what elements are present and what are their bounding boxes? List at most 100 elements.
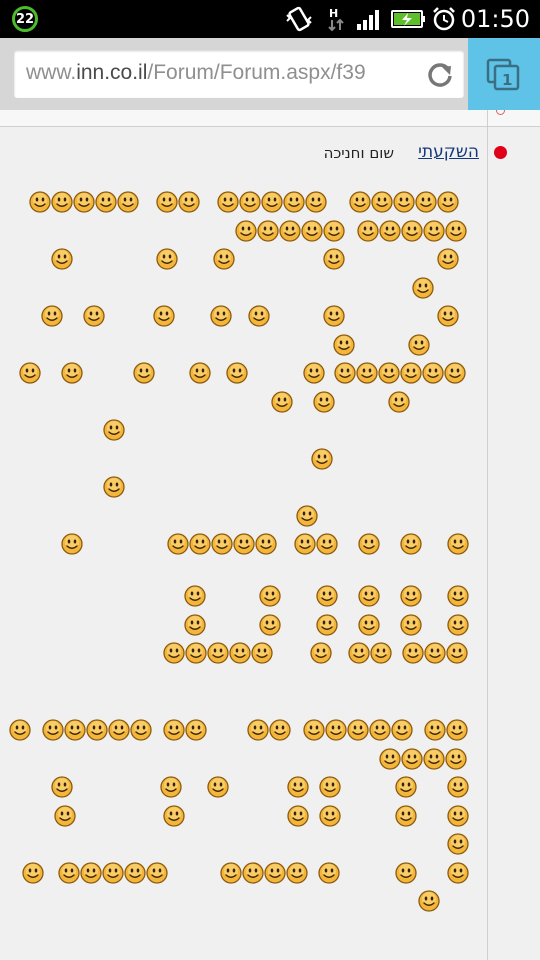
smiley-icon (323, 220, 345, 242)
smiley-icon (102, 862, 124, 884)
smiley-icon (371, 191, 393, 213)
smiley-icon (58, 862, 80, 884)
smiley-icon (80, 862, 102, 884)
smiley-icon (447, 776, 469, 798)
smiley-icon (358, 533, 380, 555)
smiley-icon (437, 305, 459, 327)
smiley-icon (400, 533, 422, 555)
smiley-icon (51, 191, 73, 213)
browser-toolbar: www.inn.co.il/Forum/Forum.aspx/f39 1 (0, 38, 540, 110)
smiley-icon (178, 191, 200, 213)
smiley-icon (391, 719, 413, 741)
smiley-icon (163, 805, 185, 827)
smiley-icon (257, 220, 279, 242)
smiley-icon (445, 748, 467, 770)
smiley-icon (207, 642, 229, 664)
smiley-icon (358, 614, 380, 636)
smiley-icon (402, 642, 424, 664)
smiley-icon (259, 585, 281, 607)
smiley-icon (61, 362, 83, 384)
smiley-icon (124, 862, 146, 884)
smiley-icon (388, 391, 410, 413)
smiley-icon (334, 362, 356, 384)
smiley-icon (349, 191, 371, 213)
post-title-link[interactable]: השקעתי (418, 142, 479, 162)
smiley-icon (437, 248, 459, 270)
forum-page[interactable]: השקעתי שום וחניכה (0, 110, 540, 960)
smiley-icon (400, 614, 422, 636)
smiley-icon (248, 305, 270, 327)
smiley-icon (447, 862, 469, 884)
smiley-icon (447, 614, 469, 636)
smiley-icon (103, 419, 125, 441)
notification-badge[interactable]: 22 (12, 6, 38, 32)
smiley-icon (333, 334, 355, 356)
tabs-icon: 1 (486, 58, 520, 91)
signal-icon (357, 10, 379, 30)
url-prefix: www. (26, 61, 77, 84)
smiley-icon (395, 805, 417, 827)
smiley-icon (117, 191, 139, 213)
smiley-icon (73, 191, 95, 213)
smiley-icon (316, 585, 338, 607)
column-divider (487, 110, 488, 960)
smiley-icon (163, 719, 185, 741)
smiley-icon (160, 776, 182, 798)
smiley-icon (156, 248, 178, 270)
smiley-icon (41, 305, 63, 327)
url-field[interactable]: www.inn.co.il/Forum/Forum.aspx/f39 (14, 50, 464, 98)
smiley-icon (184, 614, 206, 636)
status-bar: 22 H 01:50 (0, 0, 540, 38)
tab-count: 1 (502, 71, 512, 89)
smiley-icon (235, 220, 257, 242)
smiley-icon (358, 585, 380, 607)
smiley-icon (356, 362, 378, 384)
smiley-icon (64, 719, 86, 741)
smiley-icon (323, 305, 345, 327)
smiley-icon (251, 642, 273, 664)
smiley-icon (444, 362, 466, 384)
smiley-icon (395, 862, 417, 884)
smiley-icon (424, 719, 446, 741)
smiley-icon (220, 862, 242, 884)
smiley-icon (108, 719, 130, 741)
smiley-icon (133, 362, 155, 384)
smiley-icon (130, 719, 152, 741)
smiley-icon (319, 805, 341, 827)
reload-icon[interactable] (424, 58, 456, 90)
smiley-icon (83, 305, 105, 327)
smiley-icon (318, 862, 340, 884)
smiley-icon (185, 719, 207, 741)
smiley-icon (423, 748, 445, 770)
smiley-icon (259, 614, 281, 636)
smiley-icon (22, 862, 44, 884)
tabs-button[interactable]: 1 (468, 38, 540, 110)
smiley-icon (446, 719, 468, 741)
smiley-icon (189, 533, 211, 555)
smiley-icon (401, 220, 423, 242)
smiley-icon (303, 719, 325, 741)
smiley-icon (242, 862, 264, 884)
smiley-icon (29, 191, 51, 213)
smiley-icon (103, 476, 125, 498)
smiley-icon (153, 305, 175, 327)
smiley-icon (424, 642, 446, 664)
smiley-icon (261, 191, 283, 213)
smiley-icon (305, 191, 327, 213)
url-text[interactable]: www.inn.co.il/Forum/Forum.aspx/f39 (26, 61, 366, 85)
smiley-icon (310, 642, 332, 664)
notification-count: 22 (15, 11, 35, 27)
smiley-icon (189, 362, 211, 384)
post-subtitle: שום וחניכה (323, 144, 394, 162)
smiley-icon (146, 862, 168, 884)
smiley-icon (286, 862, 308, 884)
smiley-icon (163, 642, 185, 664)
smiley-icon (357, 220, 379, 242)
smiley-icon (301, 220, 323, 242)
smiley-icon (54, 805, 76, 827)
smiley-icon (395, 776, 417, 798)
smiley-icon (156, 191, 178, 213)
smiley-icon (379, 220, 401, 242)
smiley-icon (445, 220, 467, 242)
smiley-icon (294, 533, 316, 555)
